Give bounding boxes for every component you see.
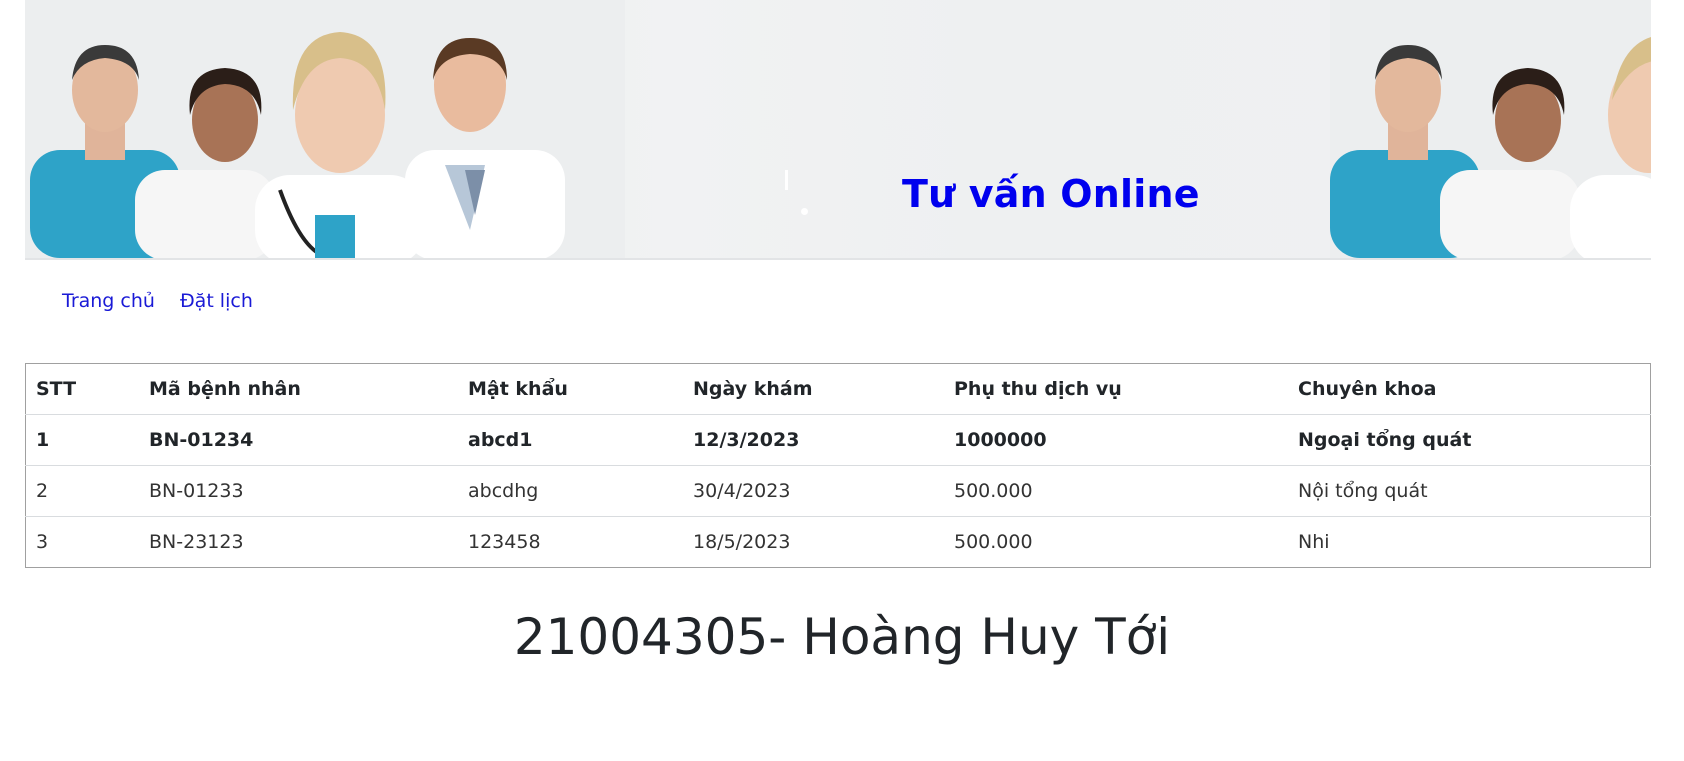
table-row: 2 BN-01233 abcdhg 30/4/2023 500.000 Nội … [25,465,1651,517]
doctors-banner-image [25,0,625,258]
cell-service-fee: 1000000 [944,414,1288,466]
nav-link-booking[interactable]: Đặt lịch [180,290,253,312]
cell-patient-id: BN-01233 [139,465,458,517]
header-banner: Tư vấn Online [25,0,1651,260]
table-row: 1 BN-01234 abcd1 12/3/2023 1000000 Ngoại… [25,414,1651,466]
page: Tư vấn Online Trang chủ Đặt lịch STT Mã … [0,0,1684,761]
cell-exam-date: 18/5/2023 [693,531,791,553]
header-exam-date: Ngày khám [683,363,944,415]
header-service-fee: Phụ thu dịch vụ [944,363,1288,415]
header-stt: STT [25,363,139,415]
doctors-banner-image-repeat [1330,0,1651,258]
header-password: Mật khẩu [458,363,683,415]
cell-exam-date: 30/4/2023 [683,465,944,517]
banner-artifact [785,170,788,190]
cell-password: abcdhg [458,465,683,517]
cell-patient-id: BN-23123 [149,531,244,553]
cell-service-fee: 500.000 [954,531,1033,553]
cell-patient-id: BN-01234 [139,414,458,466]
cell-specialty: Nhi [1298,531,1330,553]
header-specialty: Chuyên khoa [1288,363,1651,415]
cell-password: abcd1 [458,414,683,466]
main-nav: Trang chủ Đặt lịch [62,290,253,312]
cell-stt: 2 [25,465,139,517]
cell-stt: 1 [25,414,139,466]
cell-exam-date: 12/3/2023 [683,414,944,466]
cell-stt: 3 [36,531,49,553]
cell-service-fee: 500.000 [944,465,1288,517]
banner-title: Tư vấn Online [902,172,1200,216]
patient-table: STT Mã bệnh nhân Mật khẩu Ngày khám Phụ … [25,363,1651,568]
cell-specialty: Ngoại tổng quát [1288,414,1651,466]
student-name-heading: 21004305- Hoàng Huy Tới [513,608,1171,666]
table-row: 3 BN-23123 123458 18/5/2023 500.000 Nhi [26,517,1651,568]
nav-link-home[interactable]: Trang chủ [62,290,155,312]
cell-specialty: Nội tổng quát [1288,465,1651,517]
header-patient-id: Mã bệnh nhân [139,363,458,415]
cell-password: 123458 [468,531,541,553]
table-header-row: STT Mã bệnh nhân Mật khẩu Ngày khám Phụ … [25,363,1651,415]
banner-artifact-dot [801,208,808,215]
